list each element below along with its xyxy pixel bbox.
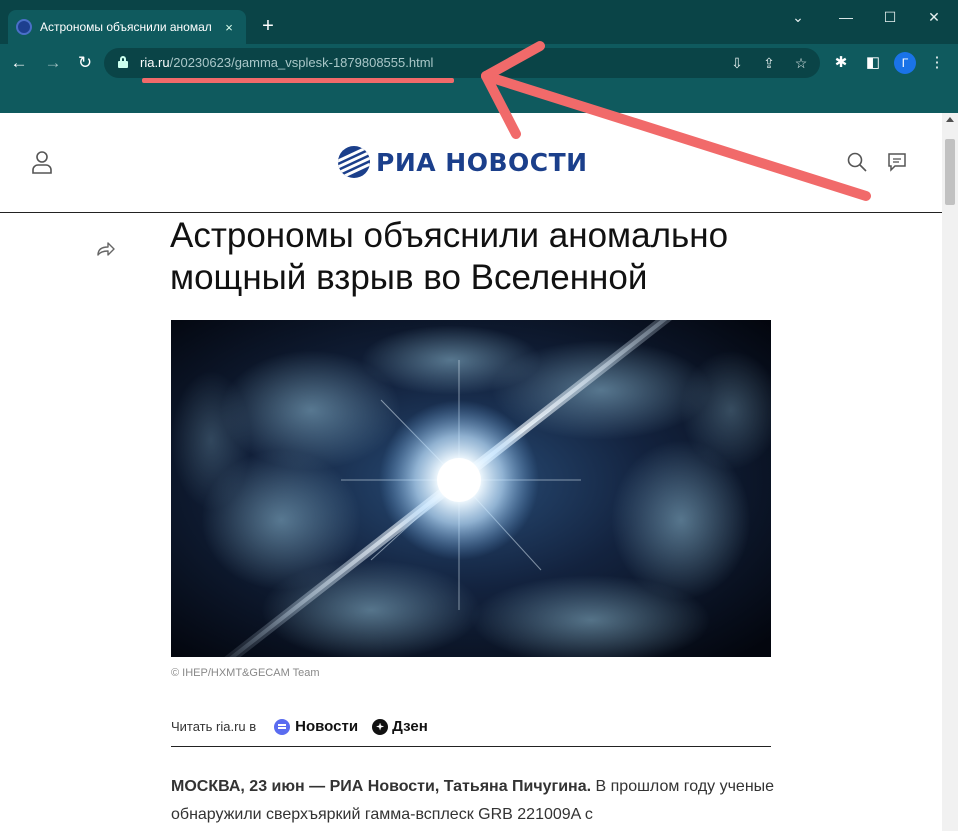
article-hero-image[interactable] [171,320,771,657]
dzen-icon [372,718,389,735]
forward-arrow-icon[interactable]: → [40,50,66,76]
tab-close-icon[interactable]: × [220,20,238,35]
browser-toolbar: ← → ↻ ria.ru/20230623/gamma_vsplesk-1879… [0,44,958,82]
maximize-button[interactable]: ☐ [868,4,912,30]
side-panel-icon[interactable]: ◧ [862,52,884,74]
web-page: РИА НОВОСТИ Астрономы объяснили аномальн… [0,113,942,831]
search-icon[interactable] [846,151,868,173]
extensions-puzzle-icon[interactable]: ✱ [830,52,852,74]
comments-icon[interactable] [886,151,908,173]
yandex-news-icon [274,718,291,735]
scroll-thumb[interactable] [945,139,955,205]
profile-avatar[interactable]: Г [894,52,916,74]
ria-logo[interactable]: РИА НОВОСТИ [338,146,588,178]
ria-globe-icon [338,146,370,178]
share-arrow-icon[interactable] [94,239,116,259]
ria-favicon-icon [16,19,32,35]
window-close-button[interactable]: ✕ [912,4,956,30]
dzen-link[interactable]: Дзен [372,718,428,735]
dzen-label: Дзен [392,718,428,735]
url-path: /20230623/gamma_vsplesk-1879808555.html [169,55,434,70]
image-credit: © IHEP/HXMT&GECAM Team [171,667,320,679]
read-in-label: Читать ria.ru в [171,719,257,734]
site-header: РИА НОВОСТИ [0,113,942,213]
install-app-icon[interactable]: ⇩ [726,52,748,74]
minimize-button[interactable]: — [824,4,868,30]
url-text[interactable]: ria.ru/20230623/gamma_vsplesk-1879808555… [140,55,433,70]
reload-icon[interactable]: ↻ [72,50,98,76]
gamma-burst-illustration [171,320,771,657]
browser-tab-active[interactable]: Астрономы объяснили аномал × [8,10,246,44]
page-scrollbar[interactable] [942,113,958,831]
address-bar[interactable]: ria.ru/20230623/gamma_vsplesk-1879808555… [104,48,820,78]
yandex-news-label: Новости [295,718,359,735]
logo-text: РИА НОВОСТИ [376,147,588,177]
share-page-icon[interactable]: ⇪ [758,52,780,74]
scroll-up-arrow-icon[interactable] [946,117,954,122]
tab-title: Астрономы объяснили аномал [40,20,212,34]
article-lead: МОСКВА, 23 июн — РИА Новости, Татьяна Пи… [171,773,781,829]
new-tab-button[interactable]: + [256,14,280,38]
lock-icon[interactable] [118,56,128,68]
url-underline-annotation [142,78,454,83]
article-headline: Астрономы объяснили аномально мощный взр… [170,216,729,297]
menu-kebab-icon[interactable]: ⋮ [926,52,948,74]
lead-dateline: МОСКВА, 23 июн — РИА Новости, Татьяна Пи… [171,778,592,795]
bookmark-star-icon[interactable]: ☆ [790,52,812,74]
user-account-icon[interactable] [30,149,54,175]
tab-search-icon[interactable]: ⌄ [776,4,820,30]
browser-chrome: Астрономы объяснили аномал × + ⌄ — ☐ ✕ ←… [0,0,958,113]
back-arrow-icon[interactable]: ← [6,50,32,76]
yandex-news-link[interactable]: Новости [274,718,358,735]
read-in-row: Читать ria.ru в Новости Дзен [171,713,771,747]
tab-strip: Астрономы объяснили аномал × + ⌄ — ☐ ✕ [0,0,958,44]
url-host: ria.ru [140,55,170,70]
